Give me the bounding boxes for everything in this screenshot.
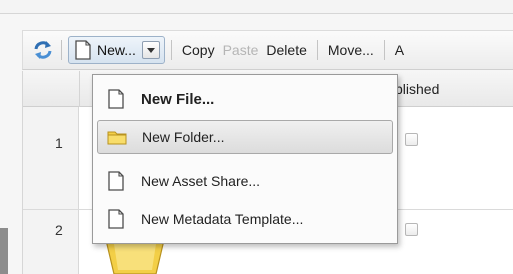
menu-item-new-folder[interactable]: New Folder... [97,120,393,154]
row-number: 1 [55,135,63,151]
move-button[interactable]: Move... [324,42,378,58]
menu-item-new-file[interactable]: New File... [97,82,393,116]
column-separator [79,71,80,107]
menu-item-label: New File... [141,90,215,108]
menu-item-label: New Metadata Template... [141,211,304,227]
chevron-down-icon[interactable] [141,41,160,59]
folder-icon [106,126,128,148]
toolbar-separator [383,40,385,60]
paste-button[interactable]: Paste [219,42,263,58]
toolbar-separator [170,40,172,60]
menu-item-label: New Folder... [142,129,225,145]
toolbar-item-truncated[interactable]: A [391,42,408,58]
menu-item-label: New Asset Share... [141,173,261,189]
row-number: 2 [55,222,63,238]
delete-button[interactable]: Delete [262,42,310,58]
published-checkbox[interactable] [405,133,418,146]
toolbar-separator [316,40,318,60]
menu-item-new-asset-share[interactable]: New Asset Share... [97,164,393,198]
top-band [0,0,513,14]
folder-thumbnail[interactable] [100,239,170,274]
new-dropdown-menu: New File... New Folder... New Asset Shar… [92,74,398,244]
file-icon [105,88,127,110]
row-number-column: 1 2 [23,107,79,274]
toolbar-separator [61,40,62,60]
copy-button[interactable]: Copy [178,42,219,58]
file-icon [105,208,127,230]
menu-item-new-metadata-template[interactable]: New Metadata Template... [97,202,393,236]
refresh-icon[interactable] [31,38,55,62]
toolbar: New... Copy Paste Delete Move... A [22,30,513,70]
new-button[interactable]: New... [68,36,165,64]
file-icon [105,170,127,192]
file-icon [75,40,91,60]
left-panel-edge [0,228,8,274]
column-header-published[interactable]: blished [395,81,439,97]
published-checkbox[interactable] [405,223,418,236]
new-button-label: New... [97,42,136,58]
